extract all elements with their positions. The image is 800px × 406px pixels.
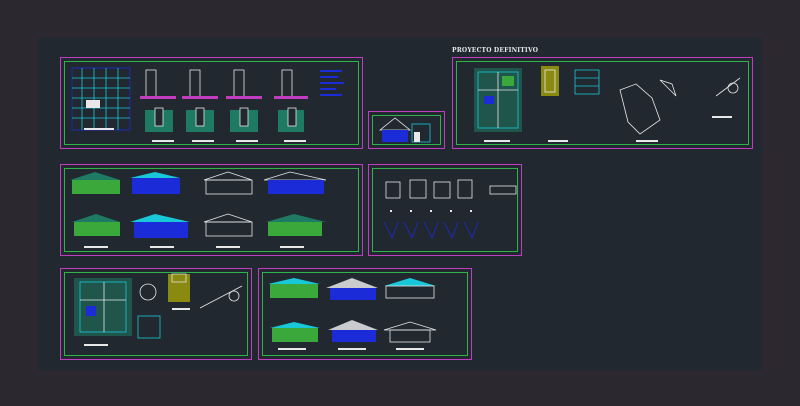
colored-elevations-drawing: [268, 278, 437, 350]
foundation-details: [140, 69, 344, 142]
site-plan-drawing: [74, 273, 243, 346]
small-detail-drawing: [378, 117, 431, 143]
elevations-drawing: [70, 171, 327, 248]
floor-plan-drawing: [71, 67, 131, 131]
cad-viewport[interactable]: PROYECTO DEFINITIVO: [0, 0, 800, 406]
structural-details-drawing: [383, 179, 517, 239]
definitive-plan-drawing: [474, 66, 741, 142]
drawing-content: [70, 66, 741, 350]
